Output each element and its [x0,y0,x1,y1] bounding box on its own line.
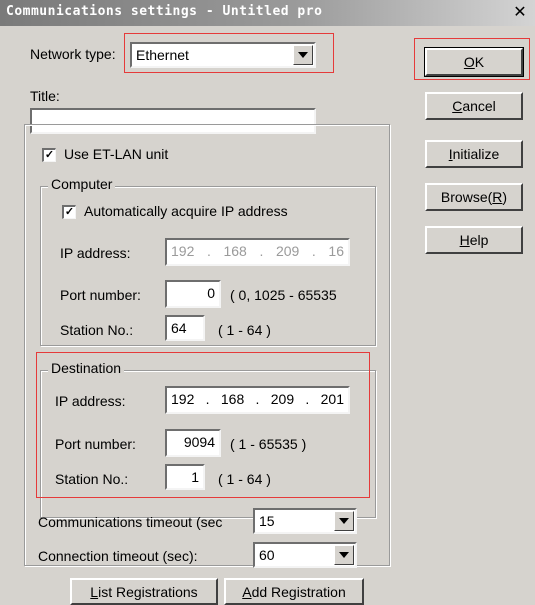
ok-label: K [474,54,485,70]
destination-station-input[interactable]: 1 [165,464,205,490]
ip-octet-4: 16 [328,243,344,259]
computer-port-input[interactable]: 0 [165,280,221,308]
network-type-dropdown-button[interactable] [293,45,313,65]
help-button[interactable]: Help [425,226,523,254]
comm-timeout-value: 15 [259,513,275,529]
conn-timeout-dropdown-button[interactable] [334,545,354,565]
list-label: ist Registrations [98,584,198,600]
cancel-button[interactable]: Cancel [425,92,523,120]
computer-port-label: Port number: [60,287,141,303]
add-label: dd Registration [251,584,346,600]
browse-mnemonic: R [492,189,503,205]
computer-ip-label: IP address: [60,245,131,261]
add-registration-button[interactable]: Add Registration [224,578,364,605]
ip-octet-1: 192 [171,243,195,259]
title-bar: Communications settings - Untitled pro ✕ [0,0,535,26]
ip-octet-1: 192 [171,391,195,407]
ip-octet-2: 168 [223,243,247,259]
auto-ip-label: Automatically acquire IP address [84,203,288,219]
computer-station-label: Station No.: [60,322,134,338]
title-label: Title: [30,88,60,104]
destination-ip-label: IP address: [55,393,126,409]
use-etlan-checkbox[interactable]: ✓ [42,148,56,162]
list-mnemonic: L [90,584,99,600]
chevron-down-icon [339,518,349,524]
conn-timeout-value: 60 [259,547,275,563]
chevron-down-icon [298,52,308,58]
browse-label-end: ) [502,189,508,205]
cancel-label: ancel [462,98,496,114]
ip-octet-4: 201 [320,391,344,407]
conn-timeout-select[interactable]: 60 [253,542,357,568]
comm-timeout-select[interactable]: 15 [253,508,357,534]
computer-station-input[interactable]: 64 [165,315,205,341]
help-label: elp [469,232,489,248]
destination-port-input[interactable]: 9094 [165,429,221,457]
ok-button[interactable]: OK [424,47,524,77]
network-type-select[interactable]: Ethernet [130,42,316,68]
list-registrations-button[interactable]: List Registrations [70,578,218,605]
conn-timeout-label: Connection timeout (sec): [38,548,198,564]
chevron-down-icon [339,552,349,558]
ip-octet-3: 209 [270,391,295,407]
destination-legend: Destination [48,360,125,376]
comm-timeout-dropdown-button[interactable] [334,511,354,531]
computer-legend: Computer [48,176,116,192]
close-icon[interactable]: ✕ [511,3,529,21]
initialize-button[interactable]: Initialize [425,140,523,168]
use-etlan-label: Use ET-LAN unit [64,146,169,162]
comm-timeout-label: Communications timeout (sec [38,514,223,530]
ok-mnemonic: O [463,54,475,70]
network-type-label: Network type: [30,46,116,62]
browse-button[interactable]: Browse(R) [425,183,523,211]
destination-station-label: Station No.: [55,471,129,487]
computer-port-range: ( 0, 1025 - 65535 [230,287,337,303]
computer-station-range: ( 1 - 64 ) [218,322,271,338]
destination-station-range: ( 1 - 64 ) [218,471,271,487]
help-mnemonic: H [459,232,470,248]
destination-ip-input[interactable]: 192. 168. 209. 201 [165,386,350,414]
initialize-label: nitialize [452,146,500,162]
destination-port-range: ( 1 - 65535 ) [230,436,307,452]
ip-octet-3: 209 [275,243,300,259]
destination-port-label: Port number: [55,436,136,452]
cancel-mnemonic: C [452,98,463,114]
auto-ip-checkbox[interactable]: ✓ [62,205,76,219]
add-mnemonic: A [242,584,252,600]
computer-ip-input[interactable]: 192. 168. 209. 16 [165,238,350,266]
window-title: Communications settings - Untitled pro [6,4,323,19]
network-type-value: Ethernet [136,47,189,63]
browse-label: Browse( [440,189,493,205]
ip-octet-2: 168 [220,391,245,407]
